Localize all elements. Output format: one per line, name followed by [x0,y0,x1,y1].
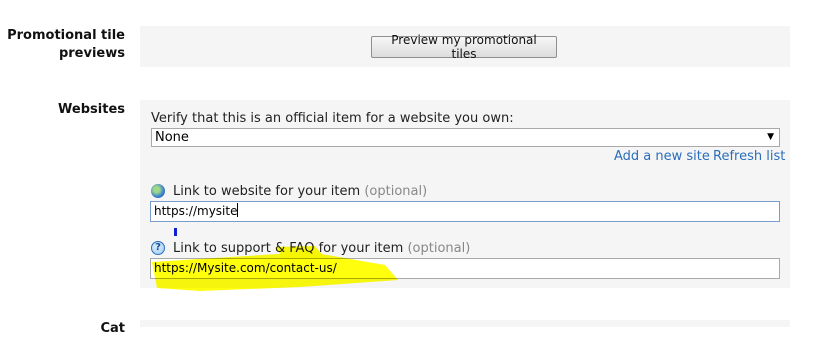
verified-site-selected-value: None [155,130,189,145]
support-url-value: https://Mysite.com/contact-us/ [154,261,337,275]
promo-label-line2: previews [58,46,125,61]
add-new-site-link[interactable]: Add a new site [614,149,710,164]
website-field-label: Link to website for your item (optional) [173,184,427,199]
globe-icon [151,184,165,198]
promo-label-line1: Promotional tile [7,28,125,43]
help-icon: ? [151,241,165,255]
verify-text: Verify that this is an official item for… [151,111,514,126]
text-caret [237,203,239,217]
next-section-label: Cat [100,321,125,336]
cursor-marker [174,228,177,236]
dropdown-arrow-icon: ▼ [767,132,774,142]
refresh-list-link[interactable]: Refresh list [713,149,785,164]
website-field-optional: (optional) [364,184,428,199]
verified-site-select[interactable]: None ▼ [151,128,780,147]
website-url-value: https://mysite [154,204,238,218]
websites-label: Websites [58,102,125,117]
support-field-label-text: Link to support & FAQ for your item [173,241,404,256]
support-field-label: Link to support & FAQ for your item (opt… [173,241,470,256]
website-url-input[interactable]: https://mysite [150,201,780,222]
preview-promo-tiles-button[interactable]: Preview my promotional tiles [371,33,557,61]
website-field-label-text: Link to website for your item [173,184,361,199]
support-field-optional: (optional) [407,241,471,256]
next-section-panel [140,320,790,327]
support-url-input[interactable]: https://Mysite.com/contact-us/ [150,258,780,279]
